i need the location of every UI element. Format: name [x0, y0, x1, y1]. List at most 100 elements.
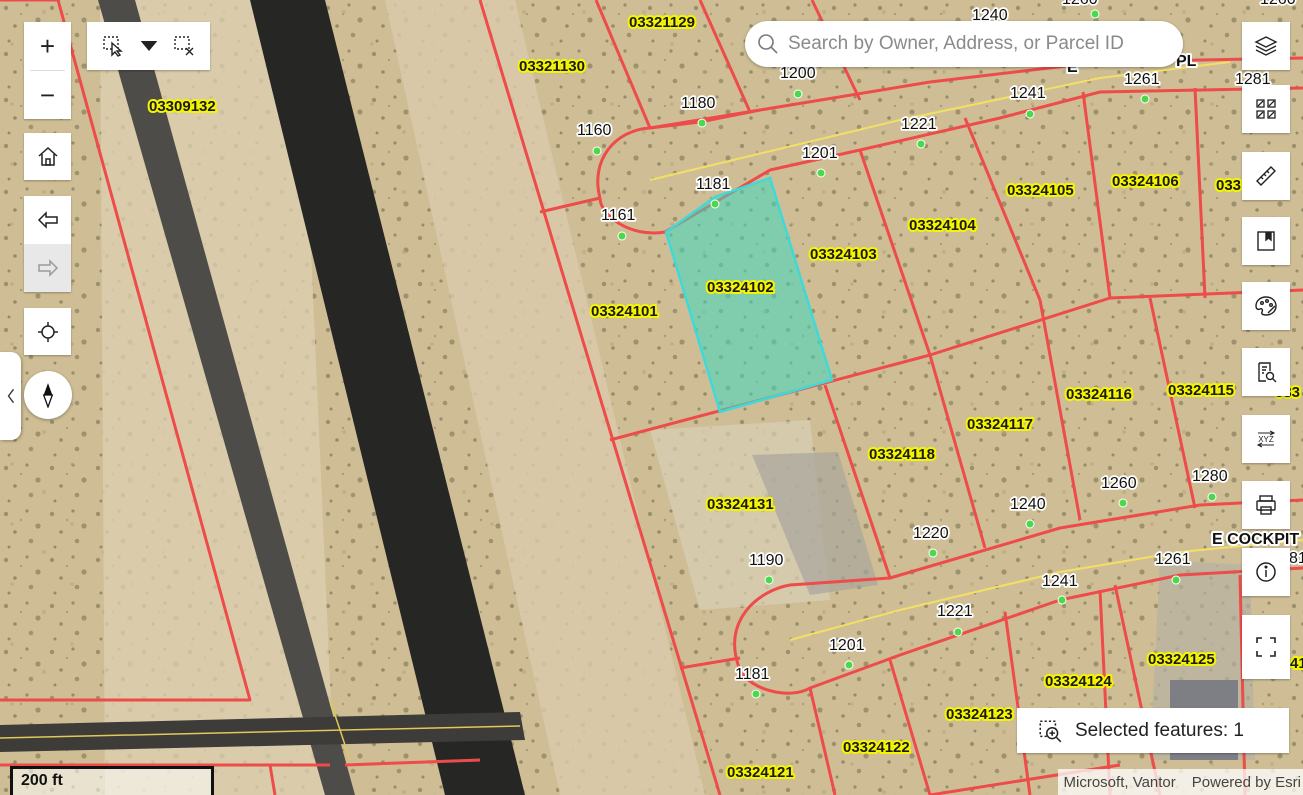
address-label: 1221: [937, 603, 973, 620]
address-label: 1260: [1101, 475, 1137, 492]
address-label: 1260: [1062, 0, 1098, 8]
info-button[interactable]: [1242, 548, 1290, 596]
previous-extent-button[interactable]: [24, 196, 71, 244]
home-button[interactable]: [24, 133, 71, 180]
map-view[interactable]: 03321129 03321130 03309132 03324105 0332…: [0, 0, 1303, 795]
parcel-label: 03324115: [1168, 382, 1234, 399]
caret-down-icon: [140, 41, 158, 51]
parcel-label: 03324131: [707, 496, 774, 513]
zoom-in-button[interactable]: +: [24, 22, 71, 70]
zoom-to-selection-icon: [1039, 719, 1062, 742]
coordinates-button[interactable]: XYZ: [1242, 415, 1290, 463]
address-label: 1241: [1042, 573, 1078, 590]
address-label: 1280: [1192, 468, 1228, 485]
search-bar: [745, 21, 1183, 67]
scale-label: 200 ft: [21, 772, 63, 789]
address-label: 1180: [681, 95, 716, 112]
plus-icon: +: [39, 31, 56, 61]
address-label: 1200: [780, 65, 816, 82]
minus-icon: −: [39, 80, 56, 110]
info-icon: [1256, 562, 1276, 582]
svg-text:XYZ: XYZ: [1258, 435, 1274, 444]
query-button[interactable]: [1242, 348, 1290, 396]
address-label: 1181: [696, 176, 731, 193]
bookmarks-button[interactable]: [1242, 217, 1290, 265]
street-label: E COCKPIT: [1212, 531, 1299, 548]
zoom-controls: + −: [24, 22, 71, 119]
basemap-gallery-button[interactable]: [1242, 85, 1290, 133]
clear-selection-button[interactable]: [159, 22, 209, 70]
compass-button[interactable]: [24, 371, 72, 419]
parcel-label: 03324122: [843, 739, 910, 756]
next-extent-button[interactable]: [24, 244, 71, 292]
address-label: 1220: [913, 525, 949, 542]
parcel-label: 41: [1290, 655, 1303, 672]
layers-button[interactable]: [1242, 22, 1290, 70]
parcel-label: 03324121: [727, 764, 794, 781]
parcel-label: 03324116: [1066, 386, 1132, 403]
ruler-icon: [1256, 166, 1276, 186]
parcel-label: 033: [1216, 177, 1241, 194]
address-label: 1221: [901, 116, 937, 133]
document-search-icon: [1258, 362, 1277, 383]
fullscreen-icon: [1256, 637, 1276, 657]
address-label: 1201: [802, 145, 838, 162]
select-tool-button[interactable]: [87, 22, 139, 70]
fullscreen-button[interactable]: [1242, 615, 1290, 679]
select-options-dropdown[interactable]: [139, 22, 159, 70]
selected-features-panel[interactable]: Selected features: 1: [1017, 708, 1289, 753]
parcel-label: 03324101: [591, 303, 658, 320]
arrow-right-icon: [37, 259, 58, 277]
home-icon: [38, 146, 57, 166]
style-button[interactable]: [1242, 282, 1290, 330]
attribution-powered-by[interactable]: Powered by Esri: [1192, 774, 1301, 791]
parcel-label: 03321129: [629, 14, 695, 31]
xyz-icon: XYZ: [1256, 430, 1276, 448]
bookmark-icon: [1257, 231, 1275, 251]
chevron-left-icon: [7, 388, 14, 404]
search-input[interactable]: [786, 32, 1170, 56]
address-label: 1261: [1155, 551, 1191, 568]
parcel-label: 03324105: [1007, 182, 1074, 199]
address-label: 1181: [735, 666, 770, 683]
side-panel-toggle[interactable]: [0, 352, 21, 440]
address-label: 1190: [749, 552, 784, 569]
address-label: 1161: [601, 207, 636, 224]
parcel-label: 03309132: [149, 98, 216, 115]
layers-icon: [1254, 36, 1278, 56]
parcel-label: 03324106: [1112, 173, 1179, 190]
address-label: 1160: [577, 122, 612, 139]
address-label: 81: [1289, 550, 1303, 567]
attribution-source: Microsoft, Vantor: [1063, 773, 1176, 791]
selection-toolbar: [87, 22, 210, 70]
address-label: 1261: [1124, 71, 1160, 88]
arrow-left-icon: [37, 211, 58, 229]
print-button[interactable]: [1242, 481, 1290, 529]
parcel-label: 03324103: [810, 246, 877, 263]
basemap-grid-icon: [1256, 99, 1276, 119]
parcel-label: 03324117: [967, 416, 1033, 433]
parcel-label[interactable]: 03324102: [705, 277, 776, 298]
parcel-label: 03324123: [946, 706, 1013, 723]
attribution: Microsoft, Vantor Powered by Esri: [1057, 769, 1303, 795]
select-cursor-icon: [103, 36, 123, 57]
clear-selection-icon: [174, 36, 194, 56]
measure-button[interactable]: [1242, 152, 1290, 200]
address-label: 1260: [1260, 0, 1296, 8]
crosshair-icon: [37, 321, 58, 342]
palette-icon: [1255, 296, 1277, 316]
address-label: 1201: [829, 637, 865, 654]
zoom-out-button[interactable]: −: [24, 71, 71, 119]
parcel-label: 03324104: [909, 217, 976, 234]
selected-features-count: Selected features: 1: [1075, 719, 1244, 741]
printer-icon: [1256, 495, 1276, 515]
extent-navigation: [24, 196, 71, 292]
search-icon: [758, 34, 778, 54]
scale-bar: 200 ft: [10, 766, 214, 795]
parcel-label: 03324125: [1148, 651, 1215, 668]
parcel-label: 03324118: [869, 446, 935, 463]
address-label: 1240: [1010, 496, 1046, 513]
address-label: 1241: [1010, 85, 1046, 102]
compass-icon: [42, 383, 54, 408]
locate-button[interactable]: [24, 308, 71, 355]
